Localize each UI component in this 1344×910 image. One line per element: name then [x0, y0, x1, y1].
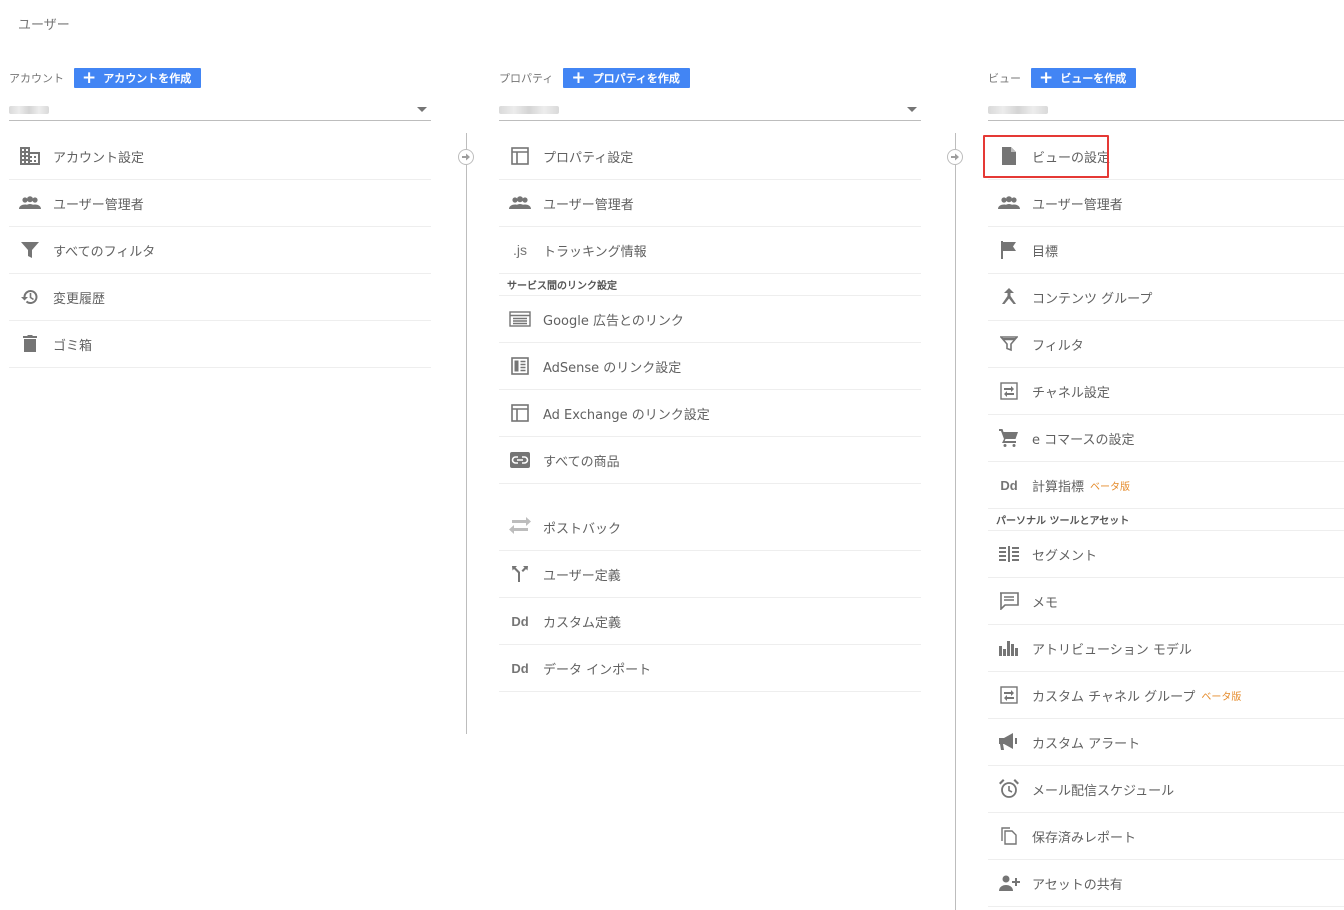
link-icon: [507, 449, 533, 471]
property-user-management-item[interactable]: ユーザー管理者: [499, 180, 921, 227]
layout-icon: [507, 145, 533, 167]
property-data-import-item[interactable]: Dd データ インポート: [499, 645, 921, 692]
account-label: アカウント: [9, 72, 64, 85]
people-icon: [507, 192, 533, 214]
property-all-products-item[interactable]: すべての商品: [499, 437, 921, 484]
view-ecommerce-settings-item[interactable]: e コマースの設定: [988, 415, 1344, 462]
person-add-icon: [996, 872, 1022, 894]
layout-icon: [507, 402, 533, 424]
property-label: プロパティ: [499, 72, 554, 85]
view-custom-channel-grouping-item[interactable]: カスタム チャネル グループ ベータ版: [988, 672, 1344, 719]
megaphone-icon: [996, 731, 1022, 753]
property-user-definitions-item[interactable]: ユーザー定義: [499, 551, 921, 598]
arrow-right-icon: [947, 149, 963, 165]
view-goals-item[interactable]: 目標: [988, 227, 1344, 274]
plus-icon: +: [82, 67, 97, 88]
account-settings-item[interactable]: アカウント設定: [9, 133, 431, 180]
people-icon: [996, 192, 1022, 214]
property-custom-definitions-item[interactable]: Dd カスタム定義: [499, 598, 921, 645]
account-trash-item[interactable]: ゴミ箱: [9, 321, 431, 368]
view-calculated-metrics-item[interactable]: Dd 計算指標 ベータ版: [988, 462, 1344, 509]
cart-icon: [996, 427, 1022, 449]
property-name-redacted: [499, 106, 559, 114]
ads-icon: [507, 308, 533, 330]
arrow-right-icon: [458, 149, 474, 165]
history-icon: [17, 286, 43, 308]
channel-icon: [996, 684, 1022, 706]
page-title: ユーザー: [18, 18, 70, 33]
view-saved-reports-item[interactable]: 保存済みレポート: [988, 813, 1344, 860]
view-selector[interactable]: [988, 99, 1344, 121]
view-settings-item[interactable]: ビューの設定: [988, 133, 1344, 180]
trash-icon: [17, 333, 43, 355]
beta-badge: ベータ版: [1090, 481, 1131, 493]
account-name-redacted: [9, 106, 49, 114]
view-custom-alerts-item[interactable]: カスタム アラート: [988, 719, 1344, 766]
account-column: アカウント + アカウントを作成 アカウント設定 ユーザー管理者 すべてのフィル…: [9, 68, 431, 368]
column-divider: [466, 133, 467, 734]
adsense-icon: [507, 355, 533, 377]
channel-icon: [996, 380, 1022, 402]
account-selector[interactable]: [9, 99, 431, 121]
view-user-management-item[interactable]: ユーザー管理者: [988, 180, 1344, 227]
account-all-filters-item[interactable]: すべてのフィルタ: [9, 227, 431, 274]
filter-icon: [17, 239, 43, 261]
view-segments-item[interactable]: セグメント: [988, 531, 1344, 578]
swap-icon: [507, 516, 533, 538]
content-group-icon: [996, 286, 1022, 308]
js-icon: .js: [513, 242, 527, 258]
chevron-down-icon: [907, 107, 917, 112]
beta-badge: ベータ版: [1201, 691, 1242, 703]
dd-icon: Dd: [511, 613, 529, 629]
section-label-cross-product-links: サービス間のリンク設定: [499, 274, 921, 296]
property-selector[interactable]: [499, 99, 921, 121]
people-icon: [17, 192, 43, 214]
copy-icon: [996, 825, 1022, 847]
view-channel-settings-item[interactable]: チャネル設定: [988, 368, 1344, 415]
dd-icon: Dd: [511, 660, 529, 676]
view-name-redacted: [988, 106, 1048, 114]
column-divider: [955, 133, 956, 910]
create-view-button[interactable]: + ビューを作成: [1031, 67, 1137, 88]
property-tracking-info-item[interactable]: .js トラッキング情報: [499, 227, 921, 274]
memo-icon: [996, 590, 1022, 612]
fork-icon: [507, 563, 533, 585]
create-property-button[interactable]: + プロパティを作成: [563, 68, 690, 88]
view-label: ビュー: [988, 72, 1021, 85]
property-postback-item[interactable]: ポストバック: [499, 504, 921, 551]
property-ad-exchange-link-item[interactable]: Ad Exchange のリンク設定: [499, 390, 921, 437]
segment-icon: [996, 543, 1022, 565]
dd-icon: Dd: [1000, 477, 1018, 493]
chevron-down-icon: [417, 107, 427, 112]
view-share-assets-item[interactable]: アセットの共有: [988, 860, 1344, 907]
attribution-icon: [996, 637, 1022, 659]
document-icon: [996, 145, 1022, 167]
building-icon: [17, 145, 43, 167]
view-annotations-item[interactable]: メモ: [988, 578, 1344, 625]
flag-icon: [996, 239, 1022, 261]
property-google-ads-link-item[interactable]: Google 広告とのリンク: [499, 296, 921, 343]
create-account-button[interactable]: + アカウントを作成: [74, 67, 202, 88]
account-user-management-item[interactable]: ユーザー管理者: [9, 180, 431, 227]
view-attribution-models-item[interactable]: アトリビューション モデル: [988, 625, 1344, 672]
view-scheduled-emails-item[interactable]: メール配信スケジュール: [988, 766, 1344, 813]
property-settings-item[interactable]: プロパティ設定: [499, 133, 921, 180]
view-column: ビュー + ビューを作成 ビューの設定 ユーザー管理者 目標 コンテンツ グルー…: [988, 68, 1344, 907]
alarm-icon: [996, 778, 1022, 800]
property-column: プロパティ + プロパティを作成 プロパティ設定 ユーザー管理者 .js トラッ…: [499, 68, 921, 692]
section-label-personal-tools: パーソナル ツールとアセット: [988, 509, 1344, 531]
filter-icon: [996, 333, 1022, 355]
property-adsense-link-item[interactable]: AdSense のリンク設定: [499, 343, 921, 390]
plus-icon: +: [1039, 67, 1054, 88]
plus-icon: +: [571, 67, 586, 88]
view-filters-item[interactable]: フィルタ: [988, 321, 1344, 368]
account-change-history-item[interactable]: 変更履歴: [9, 274, 431, 321]
view-content-grouping-item[interactable]: コンテンツ グループ: [988, 274, 1344, 321]
